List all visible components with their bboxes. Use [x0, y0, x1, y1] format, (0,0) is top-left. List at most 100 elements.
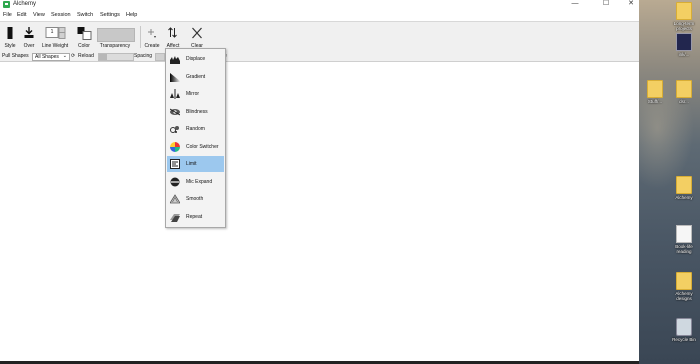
color-swatch-icon — [77, 27, 92, 40]
affect-dropdown-menu: Displace Gradient Mirror Blindness Rando… — [165, 48, 226, 228]
displace-icon — [170, 56, 180, 64]
shape-select-value: All Shapes — [35, 54, 59, 60]
desktop-icon-label: Book-life reading — [675, 244, 693, 254]
affect-menu-label: Gradient — [186, 73, 206, 80]
affect-menu-item-blindness[interactable]: Blindness — [167, 104, 224, 120]
random-icon — [170, 126, 179, 133]
desktop-icon-label: Alchemy designs — [675, 291, 693, 301]
pull-shapes-bar: Pull Shapes All Shapes ⌄ ⟳ Reload Spacin… — [0, 52, 639, 62]
alchemy-app-icon — [3, 1, 10, 8]
desktop-icon-label: ink/... — [678, 52, 690, 57]
menu-settings[interactable]: Settings — [100, 12, 120, 18]
reload-button[interactable]: Reload — [78, 53, 94, 59]
folder-icon — [676, 80, 692, 98]
stepper-down-icon[interactable] — [58, 32, 66, 39]
minimize-button[interactable]: — — [568, 0, 582, 10]
spacing-slider[interactable] — [155, 53, 165, 61]
shape-select[interactable]: All Shapes ⌄ — [32, 53, 70, 61]
menu-view[interactable]: View — [33, 12, 45, 18]
folder-icon — [676, 2, 692, 20]
desktop-icon-label: Recycle Bin — [672, 337, 696, 342]
affect-tool[interactable]: Affect — [166, 24, 180, 50]
transparency-tool[interactable]: Transparency — [96, 24, 135, 50]
desktop-icon-stuff[interactable]: Stuff/... — [641, 80, 669, 104]
menu-bar: File Edit View Session Switch Settings H… — [0, 11, 639, 20]
app-shortcut-icon — [676, 33, 692, 51]
clear-x-icon — [192, 27, 202, 39]
spacing-label: Spacing — [134, 53, 153, 59]
affect-menu-label: Mic Expand — [186, 178, 213, 185]
desktop-icon-alchemy[interactable]: Alchemy — [670, 176, 698, 200]
mic-expand-icon — [170, 177, 180, 186]
repeat-icon — [170, 213, 180, 222]
affect-menu-label: Displace — [186, 56, 206, 62]
smooth-icon — [170, 194, 180, 204]
reload-icon[interactable]: ⟳ — [71, 53, 75, 59]
affect-menu-item-mic-expand[interactable]: Mic Expand — [167, 174, 224, 190]
window-title: Alchemy — [13, 1, 37, 7]
desktop-icon-app[interactable]: ink/... — [670, 33, 698, 57]
limit-icon — [170, 159, 180, 169]
desktop-icon-book-life-reading[interactable]: Book-life reading — [670, 225, 698, 254]
color-switcher-icon — [170, 141, 180, 152]
line-weight-stepper[interactable]: 1 — [45, 27, 66, 39]
maximize-button[interactable]: ☐ — [599, 0, 613, 10]
menu-session[interactable]: Session — [51, 12, 71, 18]
desktop-icon-dsr[interactable]: dsr... — [670, 80, 698, 104]
clear-tool[interactable]: Clear — [190, 24, 204, 50]
app-window: Alchemy — ☐ ✕ File Edit View Session Swi… — [0, 0, 639, 364]
affect-menu-item-mirror[interactable]: Mirror — [167, 86, 224, 102]
affect-menu-label: Limit — [186, 161, 197, 167]
desktop-icon-label: dsr... — [679, 99, 689, 104]
menu-file[interactable]: File — [3, 12, 12, 18]
desktop-icon-alchemy-designs[interactable]: Alchemy designs — [670, 272, 698, 301]
desktop-background: Long-term projects ink/... Stuff/... dsr… — [639, 0, 700, 364]
create-tool[interactable]: Create — [144, 24, 160, 50]
affect-menu-label: Color Switcher — [186, 143, 219, 150]
style-icon — [7, 27, 13, 39]
over-icon — [24, 27, 34, 38]
spacing-slider-left[interactable] — [98, 53, 134, 61]
menu-switch[interactable]: Switch — [77, 12, 93, 18]
line-weight-label: Line Weight — [41, 43, 69, 49]
line-weight-value: 1 — [45, 27, 59, 38]
affect-menu-item-repeat[interactable]: Repeat — [167, 209, 224, 225]
menu-help[interactable]: Help — [126, 12, 137, 18]
desktop-icon-label: Alchemy — [675, 195, 693, 200]
affect-menu-item-displace[interactable]: Displace — [167, 51, 224, 67]
affect-menu-item-color-switcher[interactable]: Color Switcher — [167, 139, 224, 155]
recycle-bin-icon — [676, 318, 692, 336]
desktop-icon-recycle-bin[interactable]: Recycle Bin — [670, 318, 698, 342]
affect-menu-item-smooth[interactable]: Smooth — [167, 191, 224, 207]
affect-menu-item-random[interactable]: Random — [167, 121, 224, 137]
affect-menu-label: Smooth — [186, 196, 204, 202]
affect-arrows-icon — [168, 27, 177, 38]
desktop-icon-long-term-projects[interactable]: Long-term projects — [670, 2, 698, 31]
menu-edit[interactable]: Edit — [17, 12, 26, 18]
mirror-icon — [170, 89, 180, 99]
affect-menu-label: Mirror — [186, 91, 200, 97]
affect-menu-label: Repeat — [186, 213, 203, 220]
desktop-icon-label: Stuff/... — [647, 99, 663, 104]
blindness-icon — [170, 108, 180, 115]
affect-menu-label: Random — [186, 126, 205, 132]
line-weight-tool[interactable]: 1 Line Weight — [42, 24, 68, 50]
desktop-icon-label: Long-term projects — [673, 21, 695, 31]
folder-icon — [676, 176, 692, 194]
title-bar: Alchemy — ☐ ✕ — [0, 0, 639, 10]
folder-icon — [676, 272, 692, 290]
chevron-down-icon: ⌄ — [62, 53, 67, 59]
affect-menu-label: Blindness — [186, 108, 208, 115]
gradient-icon — [170, 72, 180, 82]
create-sparkle-icon — [148, 29, 156, 38]
affect-menu-item-limit[interactable]: Limit — [167, 156, 224, 172]
affect-menu-item-gradient[interactable]: Gradient — [167, 69, 224, 85]
drawing-canvas[interactable] — [0, 62, 639, 362]
document-icon — [676, 225, 692, 243]
close-button[interactable]: ✕ — [624, 0, 638, 10]
pull-shapes-label: Pull Shapes — [2, 53, 29, 59]
transparency-label: Transparency — [99, 43, 131, 49]
toolbar: Style Over 1 Line Weight Color Transpare… — [0, 21, 639, 53]
transparency-slider[interactable] — [97, 28, 135, 42]
over-tool[interactable]: Over — [21, 24, 37, 50]
